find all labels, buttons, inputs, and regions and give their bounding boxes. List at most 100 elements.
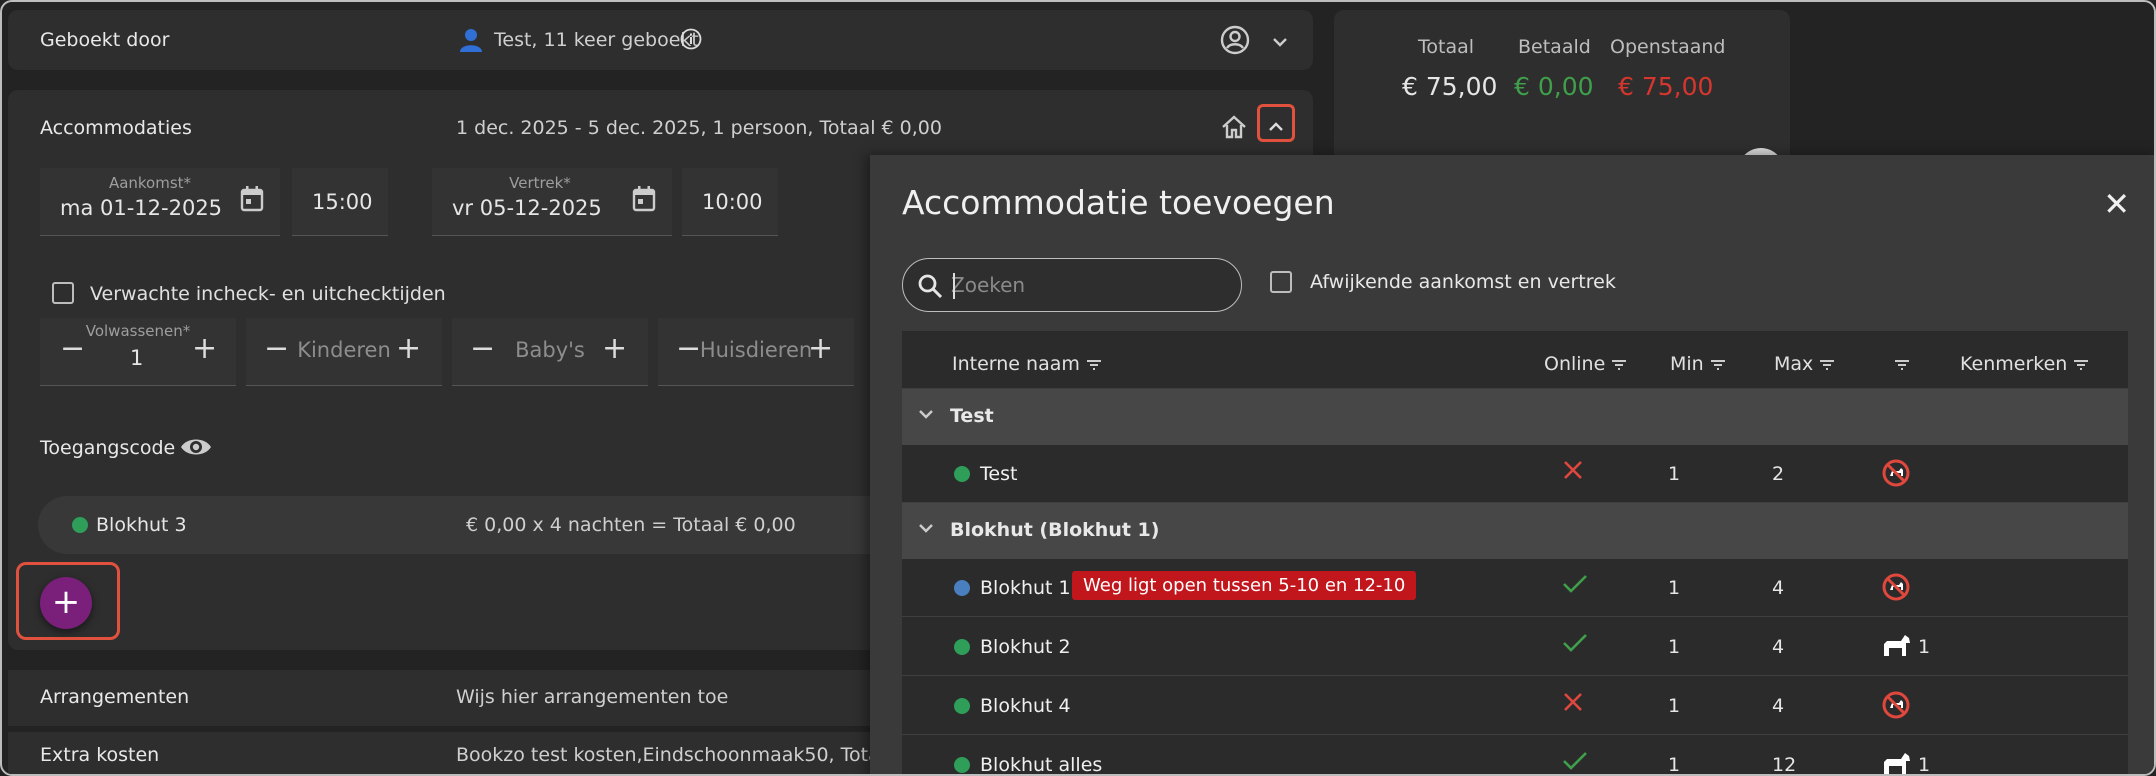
deviating-arrival-label: Afwijkende aankomst en vertrek <box>1310 271 1616 293</box>
plus-icon[interactable]: + <box>192 334 217 364</box>
search-field[interactable] <box>902 258 1242 312</box>
chevron-down-icon[interactable] <box>1272 34 1288 53</box>
plus-icon[interactable]: + <box>602 334 627 364</box>
info-icon[interactable] <box>680 28 702 54</box>
search-input[interactable] <box>951 271 1221 299</box>
table-header: Interne naam Online Min Max Kenmerken <box>902 331 2128 389</box>
selected-item-name: Blokhut 3 <box>96 514 187 536</box>
plus-icon[interactable]: + <box>396 334 421 364</box>
babies-stepper[interactable]: − Baby's + <box>452 318 648 386</box>
chevron-up-icon <box>1268 117 1284 136</box>
pets-stepper[interactable]: − Huisdieren + <box>658 318 854 386</box>
online-check-icon <box>1562 573 1588 599</box>
total-value: € 75,00 <box>1402 72 1498 101</box>
add-accommodation-dialog: Accommodatie toevoegen ✕ Afwijkende aank… <box>870 155 2154 776</box>
row-name: Blokhut 4 <box>980 695 1071 717</box>
group-row[interactable]: Blokhut (Blokhut 1) <box>902 503 2128 559</box>
app-frame: Geboekt door Test, 11 keer geboekt Accom… <box>0 0 2156 776</box>
arrival-label: Aankomst* <box>108 174 192 192</box>
row-max: 4 <box>1772 695 1785 717</box>
checkin-checkbox[interactable] <box>52 282 74 304</box>
pet-count: 1 <box>1918 636 1931 658</box>
booked-by-value[interactable]: Test, 11 keer geboekt <box>494 29 699 51</box>
column-features[interactable]: Kenmerken <box>1960 353 2089 375</box>
group-name: Blokhut (Blokhut 1) <box>950 519 1160 541</box>
online-check-icon <box>1562 750 1588 774</box>
column-max[interactable]: Max <box>1774 353 1835 375</box>
pets-allowed-icon <box>1882 632 1912 662</box>
eye-icon[interactable] <box>180 436 212 462</box>
row-max: 4 <box>1772 577 1785 599</box>
row-max: 2 <box>1772 463 1785 485</box>
no-pets-icon <box>1882 459 1910 491</box>
row-min: 1 <box>1668 577 1681 599</box>
group-name: Test <box>950 405 994 427</box>
departure-value: vr 05-12-2025 <box>452 196 602 220</box>
accommodation-table: Interne naam Online Min Max Kenmerken Te… <box>902 331 2128 776</box>
row-max: 12 <box>1772 754 1797 776</box>
total-label: Totaal <box>1418 36 1475 58</box>
departure-time-field[interactable]: 10:00 <box>682 168 778 236</box>
column-online[interactable]: Online <box>1544 353 1627 375</box>
column-name[interactable]: Interne naam <box>952 353 1102 375</box>
no-pets-icon <box>1882 573 1910 605</box>
group-row[interactable]: Test <box>902 389 2128 445</box>
chevron-down-icon[interactable] <box>918 405 934 424</box>
add-accommodation-button[interactable]: + <box>40 577 92 629</box>
plus-icon[interactable]: + <box>808 334 833 364</box>
arrival-time-field[interactable]: 15:00 <box>292 168 388 236</box>
text-caret <box>953 273 955 299</box>
table-row[interactable]: Blokhut 1 Weg ligt open tussen 5-10 en 1… <box>902 559 2128 617</box>
row-min: 1 <box>1668 463 1681 485</box>
notice-badge: Weg ligt open tussen 5-10 en 12-10 <box>1072 571 1417 600</box>
row-max: 4 <box>1772 636 1785 658</box>
calendar-icon[interactable] <box>632 186 656 216</box>
status-dot <box>954 639 970 655</box>
deviating-arrival-checkbox[interactable] <box>1270 271 1292 293</box>
children-stepper[interactable]: − Kinderen + <box>246 318 442 386</box>
row-name: Blokhut alles <box>980 754 1103 776</box>
payment-summary-panel: Totaal € 75,00 Betaald € 0,00 Openstaand… <box>1334 10 1790 194</box>
row-name: Blokhut 1 <box>980 577 1071 599</box>
selected-item-price: € 0,00 x 4 nachten = Totaal € 0,00 <box>466 514 796 536</box>
table-row[interactable]: Blokhut alles 1 12 1 <box>902 736 2128 776</box>
column-pets-filter-icon[interactable] <box>1888 353 1910 375</box>
calendar-icon[interactable] <box>240 186 264 216</box>
no-pets-icon <box>1882 691 1910 723</box>
collapse-button[interactable] <box>1257 104 1295 142</box>
departure-label: Vertrek* <box>509 174 571 192</box>
online-check-icon <box>1562 632 1588 658</box>
access-code-label: Toegangscode <box>40 437 176 459</box>
accommodations-label: Accommodaties <box>40 117 192 139</box>
table-row[interactable]: Test 1 2 <box>902 445 2128 503</box>
home-icon[interactable] <box>1220 114 1248 144</box>
person-icon <box>460 28 482 56</box>
adults-value: 1 <box>130 346 144 370</box>
departure-date-field[interactable]: Vertrek* vr 05-12-2025 <box>432 168 672 236</box>
arrival-date-field[interactable]: Aankomst* ma 01-12-2025 <box>40 168 280 236</box>
open-label: Openstaand <box>1610 36 1726 58</box>
arrangements-value: Wijs hier arrangementen toe <box>456 686 729 708</box>
paid-label: Betaald <box>1518 36 1591 58</box>
pet-count: 1 <box>1918 754 1931 776</box>
offline-x-icon <box>1562 691 1584 717</box>
table-row[interactable]: Blokhut 2 1 4 1 <box>902 618 2128 676</box>
status-dot <box>954 580 970 596</box>
account-circle-icon[interactable] <box>1220 25 1250 59</box>
open-value: € 75,00 <box>1618 72 1714 101</box>
table-row[interactable]: Blokhut 4 1 4 <box>902 677 2128 735</box>
row-name: Test <box>980 463 1018 485</box>
row-min: 1 <box>1668 754 1681 776</box>
minus-icon[interactable]: − <box>60 334 85 364</box>
column-min[interactable]: Min <box>1670 353 1726 375</box>
extra-costs-value: Bookzo test kosten,Eindschoonmaak50, Tot… <box>456 744 915 766</box>
accommodations-summary: 1 dec. 2025 - 5 dec. 2025, 1 persoon, To… <box>456 117 942 139</box>
close-icon[interactable]: ✕ <box>2103 185 2130 223</box>
adults-stepper[interactable]: Volwassenen* − 1 + <box>40 318 236 386</box>
selected-accommodation-item[interactable]: Blokhut 3 € 0,00 x 4 nachten = Totaal € … <box>38 496 938 554</box>
row-name: Blokhut 2 <box>980 636 1071 658</box>
row-min: 1 <box>1668 636 1681 658</box>
chevron-down-icon[interactable] <box>918 519 934 538</box>
search-icon <box>917 273 943 303</box>
departure-time: 10:00 <box>702 190 763 214</box>
